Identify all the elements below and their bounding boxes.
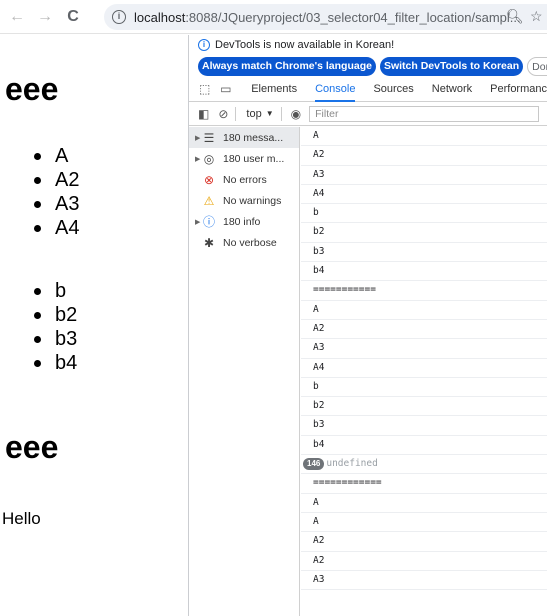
tab-network[interactable]: Network bbox=[432, 77, 472, 102]
paragraph-hello: Hello bbox=[2, 509, 41, 528]
bug-icon: ✱ bbox=[203, 235, 215, 250]
list-b: b b2 b3 b4 bbox=[34, 279, 77, 375]
console-message: b4 bbox=[301, 262, 547, 282]
caret-right-icon: ▶ bbox=[195, 134, 201, 142]
chevron-down-icon: ▼ bbox=[265, 109, 274, 118]
console-message: A bbox=[301, 494, 547, 513]
switch-korean-button[interactable]: Switch DevTools to Korean bbox=[379, 56, 524, 76]
context-select[interactable]: top ▼ bbox=[246, 108, 273, 120]
eye-icon[interactable]: ◉ bbox=[291, 107, 301, 121]
console-message: =========== bbox=[301, 281, 547, 301]
inspect-element-icon[interactable]: ⬚ bbox=[199, 82, 212, 96]
language-buttons: Always match Chrome's language Switch De… bbox=[189, 55, 547, 77]
list-item: b2 bbox=[34, 303, 77, 327]
device-toolbar-icon[interactable]: ▭ bbox=[220, 82, 233, 96]
console-message: A4 bbox=[301, 185, 547, 205]
zoom-icon[interactable]: 🔍︎ bbox=[506, 8, 524, 25]
repeat-count-badge: 146 bbox=[303, 458, 325, 471]
back-icon[interactable]: ← bbox=[6, 6, 28, 28]
language-notice: i DevTools is now available in Korean! bbox=[189, 35, 547, 55]
sidebar-item-label: 180 messa... bbox=[223, 131, 284, 144]
site-info-icon[interactable]: i bbox=[112, 10, 126, 24]
tab-performance[interactable]: Performanc bbox=[490, 77, 547, 102]
console-message: A bbox=[301, 301, 547, 320]
list-icon: ☰ bbox=[203, 130, 215, 145]
heading-2: eee bbox=[5, 429, 59, 465]
console-message: A bbox=[301, 127, 547, 147]
sidebar-item-label: 180 info bbox=[223, 215, 261, 228]
console-message: A2 bbox=[301, 532, 547, 552]
console-message: A4 bbox=[301, 359, 547, 378]
console-message: A2 bbox=[301, 320, 547, 340]
list-item: A3 bbox=[34, 192, 79, 216]
console-message: b2 bbox=[301, 397, 547, 417]
console-message: A3 bbox=[301, 339, 547, 359]
address-bar[interactable]: i localhost:8088/JQueryproject/03_select… bbox=[104, 4, 547, 30]
error-icon: ⊗ bbox=[203, 172, 215, 187]
forward-icon[interactable]: → bbox=[34, 6, 56, 28]
console-message: A bbox=[301, 513, 547, 533]
devtools-panel: i DevTools is now available in Korean! A… bbox=[188, 35, 547, 616]
console-message: b bbox=[301, 204, 547, 224]
tab-console[interactable]: Console bbox=[315, 77, 356, 102]
console-output: A A2 A3 A4 b b2 b3 b4 =========== A A2 A3 A4 b b2 b3 b4 1… bbox=[301, 127, 547, 616]
console-result: 146 undefined bbox=[301, 455, 547, 475]
sidebar-item-label: No errors bbox=[223, 173, 267, 186]
notice-text: DevTools is now available in Korean! bbox=[215, 39, 395, 51]
sidebar-toggle-icon[interactable]: ◧ bbox=[198, 107, 209, 121]
filter-input[interactable]: Filter bbox=[309, 105, 540, 122]
devtools-tabs: ⬚ ▭ Elements Console Sources Network Per… bbox=[189, 77, 547, 102]
browser-toolbar: ← → C i localhost:8088/JQueryproject/03_… bbox=[0, 0, 547, 34]
console-message: b bbox=[301, 378, 547, 398]
console-message: b3 bbox=[301, 416, 547, 436]
console-message: A3 bbox=[301, 166, 547, 185]
heading-1: eee bbox=[5, 71, 59, 107]
separator bbox=[280, 106, 282, 121]
reload-icon[interactable]: C bbox=[62, 6, 84, 28]
dont-show-button[interactable]: Don't sh bbox=[527, 56, 547, 76]
page-content: eee A A2 A3 A4 b b2 b3 b4 eee Hello bbox=[0, 35, 188, 616]
sidebar-item[interactable]: ⚠ No warnings bbox=[189, 190, 299, 211]
sidebar-item[interactable]: ⊗ No errors bbox=[189, 169, 299, 190]
sidebar-item[interactable]: ▶ ◎ 180 user m... bbox=[189, 148, 299, 169]
separator bbox=[235, 106, 237, 121]
tab-elements[interactable]: Elements bbox=[251, 77, 297, 102]
console-message: b3 bbox=[301, 243, 547, 263]
user-icon: ◎ bbox=[203, 151, 215, 166]
list-item: A4 bbox=[34, 216, 79, 240]
console-filter-bar: ◧ ⊘ top ▼ ◉ Filter bbox=[189, 102, 547, 126]
match-language-button[interactable]: Always match Chrome's language bbox=[198, 56, 376, 76]
console-message: b2 bbox=[301, 223, 547, 243]
caret-right-icon: ▶ bbox=[195, 155, 201, 163]
context-label: top bbox=[246, 107, 262, 120]
list-item: A bbox=[34, 144, 79, 168]
sidebar-item-label: 180 user m... bbox=[223, 152, 285, 165]
list-item: A2 bbox=[34, 168, 79, 192]
url-text: localhost:8088/JQueryproject/03_selector… bbox=[134, 9, 521, 25]
console-message: A2 bbox=[301, 146, 547, 166]
result-value: undefined bbox=[326, 458, 378, 470]
list-item: b bbox=[34, 279, 77, 303]
list-item: b3 bbox=[34, 327, 77, 351]
info-icon: ⓘ bbox=[202, 215, 215, 229]
info-icon: i bbox=[198, 39, 210, 51]
console-sidebar: ▶ ☰ 180 messa... ▶ ◎ 180 user m... ⊗ No errors ⚠… bbox=[189, 127, 300, 616]
star-icon[interactable]: ☆ bbox=[530, 8, 543, 25]
console-message: ============ bbox=[301, 474, 547, 494]
console-message: A3 bbox=[301, 571, 547, 591]
sidebar-item[interactable]: ✱ No verbose bbox=[189, 232, 299, 253]
warning-icon: ⚠ bbox=[203, 193, 215, 208]
list-item: b4 bbox=[34, 351, 77, 375]
console-message: b4 bbox=[301, 436, 547, 456]
sidebar-item[interactable]: ▶ ☰ 180 messa... bbox=[189, 127, 299, 148]
sidebar-item[interactable]: ▶ ⓘ 180 info bbox=[189, 211, 299, 232]
caret-right-icon: ▶ bbox=[195, 218, 201, 226]
sidebar-item-label: No warnings bbox=[223, 194, 282, 207]
tab-sources[interactable]: Sources bbox=[373, 77, 413, 102]
sidebar-item-label: No verbose bbox=[223, 236, 277, 249]
clear-console-icon[interactable]: ⊘ bbox=[218, 107, 228, 121]
list-a: A A2 A3 A4 bbox=[34, 144, 79, 240]
console-message: A2 bbox=[301, 552, 547, 571]
